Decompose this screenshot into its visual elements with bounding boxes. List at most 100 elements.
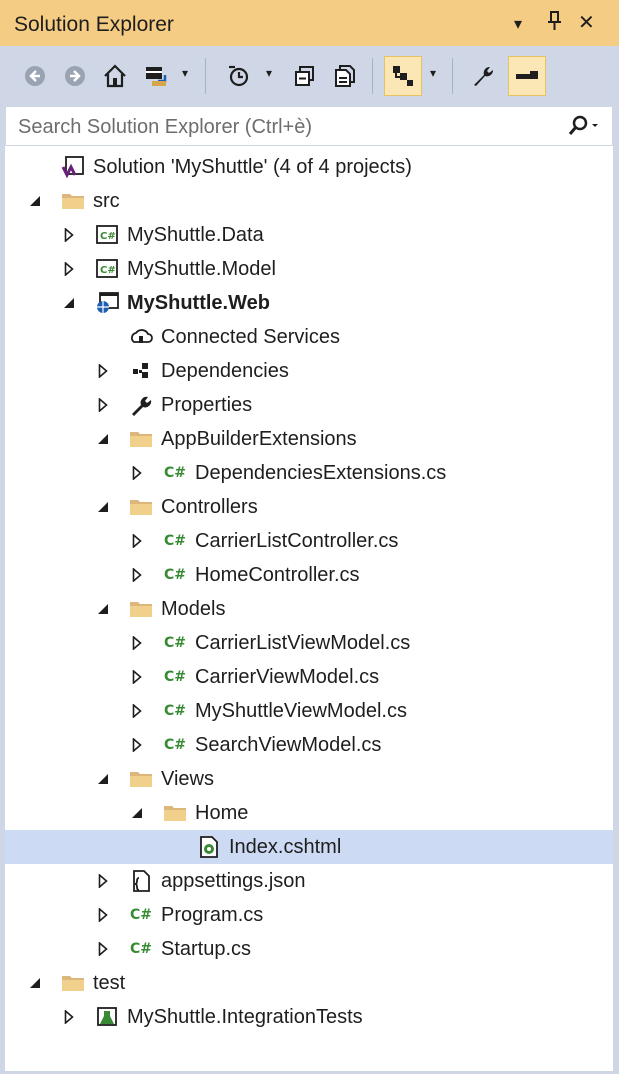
tree-item-label: MyShuttle.Model: [127, 258, 276, 280]
collapsed-arrow-icon[interactable]: [59, 1000, 79, 1034]
tree-item[interactable]: test: [5, 966, 613, 1000]
pin-icon[interactable]: [545, 10, 565, 38]
tree-item[interactable]: C# MyShuttle.Data: [5, 218, 613, 252]
tree-item[interactable]: Index.cshtml: [5, 830, 613, 864]
sync-with-active-document-button[interactable]: [384, 56, 422, 96]
tree-item[interactable]: Properties: [5, 388, 613, 422]
collapsed-arrow-icon[interactable]: [93, 898, 113, 932]
tree-item-label: MyShuttle.Web: [127, 292, 270, 314]
collapsed-arrow-icon[interactable]: [127, 728, 147, 762]
expanded-arrow-icon[interactable]: [25, 966, 45, 1000]
tree-item[interactable]: Home: [5, 796, 613, 830]
preview-icon: [516, 71, 538, 79]
collapsed-arrow-icon[interactable]: [127, 626, 147, 660]
expanded-arrow-icon[interactable]: [59, 286, 79, 320]
back-icon: [25, 66, 45, 86]
sync-dropdown[interactable]: ▾: [430, 66, 436, 80]
tree-item[interactable]: src: [5, 184, 613, 218]
panel-title: Solution Explorer: [14, 13, 174, 36]
tree-item[interactable]: C# Startup.cs: [5, 932, 613, 966]
switch-views-icon: [146, 67, 167, 86]
toolbar: ▾ ▾ ▾: [0, 46, 619, 106]
dependencies-icon: [127, 354, 155, 388]
pending-changes-filter-button[interactable]: [220, 56, 258, 96]
tree-item-label: Dependencies: [161, 360, 289, 382]
tree-item-label: Models: [161, 598, 226, 620]
expanded-arrow-icon[interactable]: [25, 184, 45, 218]
tree-item[interactable]: Solution 'MyShuttle' (4 of 4 projects): [5, 150, 613, 184]
tree-item-label: MyShuttle.IntegrationTests: [127, 1006, 363, 1028]
tree-item-label: Views: [161, 768, 214, 790]
tree-item-label: Startup.cs: [161, 938, 252, 960]
expanded-arrow-icon[interactable]: [93, 422, 113, 456]
wrench-icon: [474, 66, 494, 86]
tree-item-label: SearchViewModel.cs: [195, 734, 382, 756]
properties-button[interactable]: [464, 56, 502, 96]
tree-item[interactable]: C# MyShuttle.Model: [5, 252, 613, 286]
wrench-icon: [127, 388, 155, 422]
toolbar-separator: [205, 58, 206, 94]
search-input[interactable]: [16, 115, 560, 140]
tree-item[interactable]: MyShuttle.IntegrationTests: [5, 1000, 613, 1034]
window-position-dropdown[interactable]: ▾: [514, 14, 522, 34]
collapsed-arrow-icon[interactable]: [93, 932, 113, 966]
tree-item[interactable]: Connected Services: [5, 320, 613, 354]
tree-item-label: Connected Services: [161, 326, 340, 348]
folder-icon: [127, 592, 155, 626]
search-box: [5, 106, 613, 146]
title-bar: Solution Explorer ▾ ✕: [0, 0, 619, 46]
collapse-all-button[interactable]: [286, 56, 324, 96]
collapsed-arrow-icon[interactable]: [93, 388, 113, 422]
tree-item-label: Controllers: [161, 496, 258, 518]
switch-views-button[interactable]: [138, 56, 176, 96]
show-all-files-icon: [335, 65, 355, 87]
tree-item[interactable]: MyShuttle.Web: [5, 286, 613, 320]
tree-item-label: appsettings.json: [161, 870, 306, 892]
tree-item[interactable]: Controllers: [5, 490, 613, 524]
collapsed-arrow-icon[interactable]: [93, 354, 113, 388]
expanded-arrow-icon[interactable]: [127, 796, 147, 830]
tree-item[interactable]: Dependencies: [5, 354, 613, 388]
folder-icon: [127, 490, 155, 524]
tree-item[interactable]: C# DependenciesExtensions.cs: [5, 456, 613, 490]
svg-text:C#: C#: [100, 231, 116, 242]
collapsed-arrow-icon[interactable]: [93, 864, 113, 898]
tree-item[interactable]: C# CarrierViewModel.cs: [5, 660, 613, 694]
tree-item-label: CarrierListViewModel.cs: [195, 632, 411, 654]
collapsed-arrow-icon[interactable]: [127, 524, 147, 558]
collapsed-arrow-icon[interactable]: [127, 558, 147, 592]
switch-views-dropdown[interactable]: ▾: [182, 66, 188, 80]
expanded-arrow-icon[interactable]: [93, 592, 113, 626]
home-icon: [104, 64, 126, 88]
collapsed-arrow-icon[interactable]: [127, 456, 147, 490]
tree-item[interactable]: Models: [5, 592, 613, 626]
filter-dropdown[interactable]: ▾: [266, 66, 272, 80]
collapsed-arrow-icon[interactable]: [59, 252, 79, 286]
preview-selected-items-button[interactable]: [508, 56, 546, 96]
search-icon[interactable]: [566, 114, 600, 143]
collapsed-arrow-icon[interactable]: [59, 218, 79, 252]
back-button[interactable]: [16, 56, 54, 96]
home-button[interactable]: [96, 56, 134, 96]
tree-item[interactable]: appsettings.json: [5, 864, 613, 898]
json-file-icon: [127, 864, 155, 898]
expanded-arrow-icon[interactable]: [93, 762, 113, 796]
tree-item[interactable]: AppBuilderExtensions: [5, 422, 613, 456]
forward-button[interactable]: [56, 56, 94, 96]
tree-item[interactable]: C# MyShuttleViewModel.cs: [5, 694, 613, 728]
tree-item[interactable]: C# CarrierListController.cs: [5, 524, 613, 558]
tree-item-label: Solution 'MyShuttle' (4 of 4 projects): [93, 156, 412, 178]
collapsed-arrow-icon[interactable]: [127, 694, 147, 728]
close-button[interactable]: ✕: [578, 10, 595, 35]
tree-item[interactable]: C# Program.cs: [5, 898, 613, 932]
csharp-file-icon: C#: [129, 941, 152, 957]
tree-item[interactable]: C# SearchViewModel.cs: [5, 728, 613, 762]
collapsed-arrow-icon[interactable]: [127, 660, 147, 694]
expanded-arrow-icon[interactable]: [93, 490, 113, 524]
tree-item[interactable]: Views: [5, 762, 613, 796]
solution-icon: [59, 150, 87, 184]
csharp-project-icon: C#: [93, 218, 121, 252]
tree-item[interactable]: C# CarrierListViewModel.cs: [5, 626, 613, 660]
tree-item[interactable]: C# HomeController.cs: [5, 558, 613, 592]
show-all-files-button[interactable]: [326, 56, 364, 96]
